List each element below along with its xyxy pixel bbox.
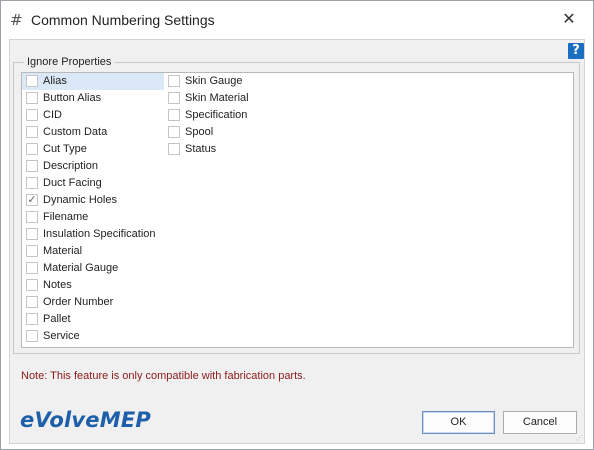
ignore-properties-list[interactable]: Alias Button Alias CID Custom Data Cut Type D… bbox=[21, 72, 574, 348]
ok-button[interactable]: OK bbox=[422, 411, 495, 434]
list-item-label: Pallet bbox=[43, 313, 71, 325]
list-item[interactable]: Custom Data bbox=[22, 124, 164, 141]
list-item[interactable]: Specification bbox=[164, 107, 324, 124]
checkbox[interactable] bbox=[26, 109, 38, 121]
checkbox[interactable] bbox=[168, 143, 180, 155]
checkbox[interactable] bbox=[26, 75, 38, 87]
list-item[interactable]: Duct Facing bbox=[22, 175, 164, 192]
checkbox[interactable] bbox=[26, 143, 38, 155]
list-item-label: Spool bbox=[185, 126, 214, 138]
checkbox[interactable] bbox=[26, 313, 38, 325]
checkbox[interactable] bbox=[168, 109, 180, 121]
group-caption: Ignore Properties bbox=[24, 56, 115, 68]
checkbox[interactable] bbox=[168, 126, 180, 138]
list-item-label: Filename bbox=[43, 211, 89, 223]
list-item[interactable]: Material Gauge bbox=[22, 260, 164, 277]
help-icon[interactable]: ? bbox=[568, 43, 584, 59]
dialog-body: ? Ignore Properties Alias Button Alias CID… bbox=[9, 39, 585, 444]
checkbox[interactable] bbox=[168, 75, 180, 87]
compatibility-note: Note: This feature is only compatible wi… bbox=[21, 370, 306, 382]
list-item[interactable]: Button Alias bbox=[22, 90, 164, 107]
checkbox[interactable] bbox=[26, 228, 38, 240]
close-icon[interactable]: ✕ bbox=[559, 9, 579, 29]
checkbox[interactable] bbox=[26, 245, 38, 257]
list-item[interactable]: Material bbox=[22, 243, 164, 260]
list-item-label: Material Gauge bbox=[43, 262, 119, 274]
list-item-label: Button Alias bbox=[43, 92, 102, 104]
checkbox[interactable] bbox=[26, 296, 38, 308]
list-item[interactable]: Filename bbox=[22, 209, 164, 226]
list-column-1: Alias Button Alias CID Custom Data Cut Type D… bbox=[22, 73, 164, 345]
list-item-label: Service bbox=[43, 330, 80, 342]
list-item[interactable]: Service bbox=[22, 328, 164, 345]
list-column-2: Skin Gauge Skin Material Specification Spoo… bbox=[164, 73, 324, 158]
resize-grip-icon[interactable]: ⋰ bbox=[576, 435, 584, 443]
checkbox[interactable] bbox=[26, 160, 38, 172]
list-item[interactable]: Insulation Specification bbox=[22, 226, 164, 243]
checkbox-checked[interactable]: ✓ bbox=[26, 194, 38, 206]
list-item-label: Custom Data bbox=[43, 126, 108, 138]
list-item[interactable]: Alias bbox=[22, 73, 164, 90]
hash-icon: # bbox=[10, 11, 23, 29]
ignore-properties-group: Ignore Properties Alias Button Alias CID Cu… bbox=[13, 56, 580, 354]
list-item[interactable]: Skin Gauge bbox=[164, 73, 324, 90]
dialog-window: # Common Numbering Settings ✕ ? Ignore P… bbox=[0, 0, 594, 450]
checkbox[interactable] bbox=[26, 262, 38, 274]
list-item[interactable]: Spool bbox=[164, 124, 324, 141]
list-item[interactable]: Cut Type bbox=[22, 141, 164, 158]
checkbox[interactable] bbox=[26, 177, 38, 189]
list-item-label: Material bbox=[43, 245, 83, 257]
list-item[interactable]: Skin Material bbox=[164, 90, 324, 107]
checkbox[interactable] bbox=[26, 330, 38, 342]
checkbox[interactable] bbox=[26, 211, 38, 223]
list-item[interactable]: Order Number bbox=[22, 294, 164, 311]
cancel-button[interactable]: Cancel bbox=[503, 411, 577, 434]
list-item-label: Status bbox=[185, 143, 217, 155]
list-item-label: Skin Material bbox=[185, 92, 249, 104]
list-item[interactable]: Notes bbox=[22, 277, 164, 294]
list-item[interactable]: ✓ Dynamic Holes bbox=[22, 192, 164, 209]
list-item[interactable]: Description bbox=[22, 158, 164, 175]
window-title: Common Numbering Settings bbox=[31, 12, 215, 28]
list-item-label: Cut Type bbox=[43, 143, 87, 155]
checkbox[interactable] bbox=[26, 279, 38, 291]
list-item[interactable]: Pallet bbox=[22, 311, 164, 328]
title-bar: # Common Numbering Settings ✕ bbox=[1, 1, 593, 39]
list-item-label: Notes bbox=[43, 279, 72, 291]
list-item-label: Alias bbox=[43, 75, 67, 87]
list-item-label: CID bbox=[43, 109, 62, 121]
list-item-label: Dynamic Holes bbox=[43, 194, 117, 206]
list-item-label: Description bbox=[43, 160, 99, 172]
list-item-label: Skin Gauge bbox=[185, 75, 243, 87]
evolve-mep-logo: eVolveMEP bbox=[20, 408, 151, 432]
list-item[interactable]: CID bbox=[22, 107, 164, 124]
list-item[interactable]: Status bbox=[164, 141, 324, 158]
checkbox[interactable] bbox=[168, 92, 180, 104]
checkbox[interactable] bbox=[26, 92, 38, 104]
checkbox[interactable] bbox=[26, 126, 38, 138]
list-item-label: Duct Facing bbox=[43, 177, 102, 189]
list-item-label: Insulation Specification bbox=[43, 228, 156, 240]
list-item-label: Specification bbox=[185, 109, 248, 121]
list-item-label: Order Number bbox=[43, 296, 114, 308]
